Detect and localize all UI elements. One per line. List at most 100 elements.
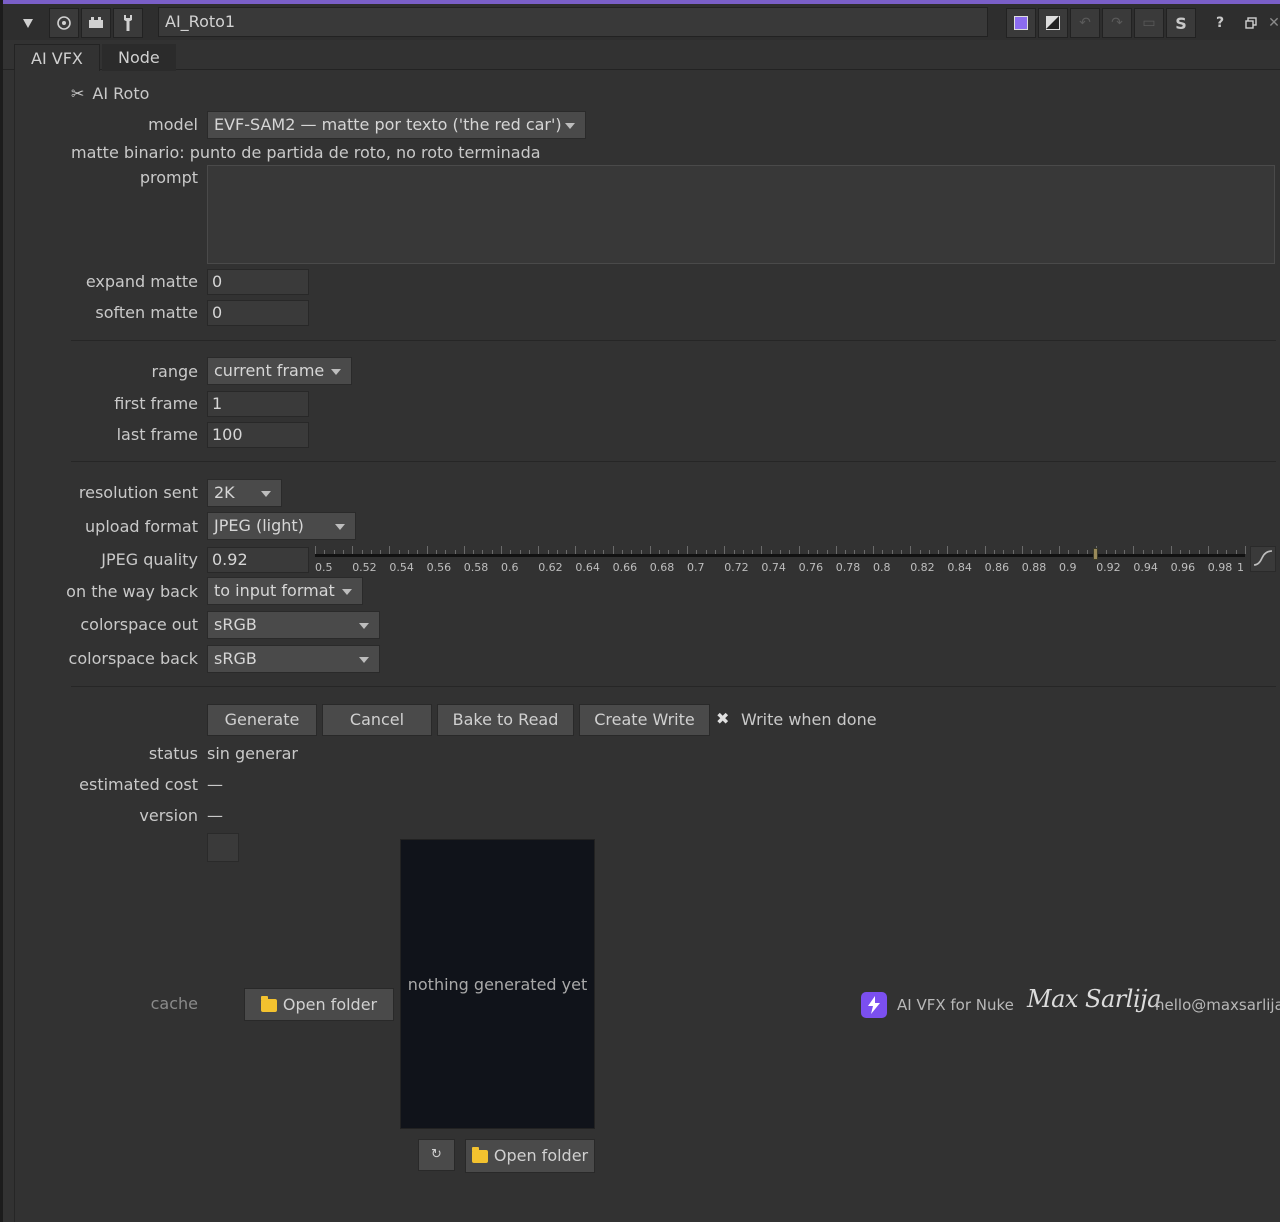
slider-tick — [538, 546, 540, 554]
create-write-button[interactable]: Create Write — [579, 704, 710, 736]
close-icon[interactable]: ✕ — [1267, 8, 1280, 38]
slider-minor-tick — [547, 550, 549, 554]
slider-tick-label: 0.9 — [1059, 561, 1077, 574]
slider-tick-label: 0.76 — [798, 561, 824, 574]
jpeg-quality-slider[interactable] — [315, 554, 1245, 557]
slider-tick — [687, 546, 688, 554]
colorspace-out-dropdown[interactable]: sRGB — [207, 611, 380, 639]
chevron-down-icon — [331, 369, 341, 375]
slider-tick-label: 0.86 — [984, 561, 1010, 574]
chevron-down-icon — [359, 623, 369, 629]
resolution-sent-dropdown[interactable]: 2K — [207, 479, 282, 507]
tab-node[interactable]: Node — [102, 44, 176, 71]
center-node-icon[interactable] — [49, 8, 79, 38]
slider-tick — [910, 546, 912, 554]
script-icon[interactable]: S — [1166, 8, 1196, 38]
preview-open-folder-label: Open folder — [493, 1146, 589, 1165]
slider-minor-tick — [370, 550, 372, 554]
chevron-down-icon — [359, 657, 369, 663]
slider-minor-tick — [556, 550, 558, 554]
revert-icon[interactable]: ▭ — [1134, 8, 1164, 38]
slider-tick-label: 0.8 — [873, 561, 891, 574]
slider-minor-tick — [408, 550, 409, 554]
cache-open-folder-label: Open folder — [282, 995, 378, 1014]
slider-minor-tick — [733, 550, 735, 554]
undo-icon[interactable]: ↶ — [1070, 8, 1100, 38]
first-frame-input[interactable]: 1 — [207, 391, 309, 417]
slider-minor-tick — [1012, 550, 1014, 554]
tab-ai-vfx[interactable]: AI VFX — [14, 44, 100, 71]
slider-minor-tick — [863, 550, 865, 554]
upload-format-dropdown[interactable]: JPEG (light) — [207, 512, 356, 540]
on-the-way-back-dropdown[interactable]: to input format — [207, 577, 363, 605]
animation-curve-icon[interactable] — [1250, 546, 1276, 572]
status-value: sin generar — [207, 744, 298, 763]
expand-matte-input[interactable]: 0 — [207, 269, 309, 295]
redo-icon[interactable]: ↷ — [1102, 8, 1132, 38]
colorspace-back-label: colorspace back — [68, 649, 198, 668]
resolution-sent-value: 2K — [214, 483, 235, 502]
node-name-input[interactable]: AI_Roto1 — [158, 7, 988, 37]
result-preview: nothing generated yet — [400, 839, 595, 1129]
slider-tick — [1207, 546, 1209, 554]
cache-label: cache — [150, 994, 198, 1013]
slider-minor-tick — [417, 550, 419, 554]
slider-tick — [315, 546, 316, 554]
model-dropdown[interactable]: EVF-SAM2 — matte por texto ('the red car… — [207, 111, 586, 139]
colorspace-back-dropdown[interactable]: sRGB — [207, 645, 380, 673]
range-label: range — [151, 362, 198, 381]
jpeg-quality-slider-handle[interactable] — [1093, 548, 1099, 560]
model-value: EVF-SAM2 — matte por texto ('the red car… — [214, 115, 562, 134]
slider-minor-tick — [324, 550, 326, 554]
colorspace-back-value: sRGB — [214, 649, 257, 668]
generate-button[interactable]: Generate — [207, 704, 317, 736]
slider-minor-tick — [668, 550, 670, 554]
help-icon[interactable]: ? — [1208, 8, 1232, 38]
slider-minor-tick — [631, 550, 633, 554]
slider-minor-tick — [1040, 550, 1042, 554]
slider-minor-tick — [1124, 550, 1126, 554]
slider-minor-tick — [1031, 550, 1033, 554]
slider-minor-tick — [1105, 550, 1107, 554]
write-when-done-checkbox[interactable]: ✖ — [716, 709, 729, 728]
slider-minor-tick — [640, 550, 642, 554]
slider-tick-label: 0.94 — [1133, 561, 1158, 574]
author-email[interactable]: hello@maxsarlija — [1155, 996, 1280, 1014]
slider-minor-tick — [1189, 550, 1191, 554]
prompt-textarea[interactable] — [207, 165, 1275, 264]
slider-tick-label: 0.98 — [1207, 561, 1233, 574]
bake-to-read-button[interactable]: Bake to Read — [437, 704, 574, 736]
preview-open-folder-button[interactable]: Open folder — [465, 1139, 595, 1173]
slider-tick — [1245, 546, 1246, 554]
slider-tick-label: 0.74 — [761, 561, 786, 574]
slider-tick-label: 0.88 — [1021, 561, 1047, 574]
status-label: status — [148, 744, 198, 763]
slider-tick — [1170, 546, 1172, 554]
divider — [71, 686, 1276, 687]
slider-tick — [501, 546, 502, 554]
float-window-icon[interactable] — [1239, 8, 1263, 38]
node-color-swatch[interactable] — [1006, 8, 1036, 38]
version-toggle[interactable] — [207, 833, 239, 862]
collapse-icon[interactable] — [13, 8, 43, 38]
last-frame-input[interactable]: 100 — [207, 422, 309, 448]
slider-tick-label: 0.84 — [947, 561, 972, 574]
jpeg-quality-input[interactable]: 0.92 — [207, 547, 309, 573]
range-dropdown[interactable]: current frame — [207, 357, 352, 385]
slider-minor-tick — [705, 550, 707, 554]
slider-minor-tick — [380, 550, 382, 554]
soften-matte-input[interactable]: 0 — [207, 300, 309, 326]
wrench-icon[interactable] — [113, 8, 143, 38]
refresh-icon[interactable]: ↻ — [418, 1139, 455, 1171]
version-value: — — [207, 806, 223, 825]
slider-minor-tick — [845, 550, 847, 554]
cache-open-folder-button[interactable]: Open folder — [244, 988, 394, 1021]
cancel-button[interactable]: Cancel — [322, 704, 432, 736]
float-panel-icon[interactable] — [81, 8, 111, 38]
node-title-bar: AI_Roto1 ↶ ↷ ▭ S ? ✕ — [3, 4, 1280, 40]
slider-tick — [798, 546, 800, 554]
slider-tick — [947, 546, 949, 554]
slider-minor-tick — [1003, 550, 1005, 554]
gradient-swatch-icon[interactable] — [1038, 8, 1068, 38]
slider-minor-tick — [491, 550, 493, 554]
